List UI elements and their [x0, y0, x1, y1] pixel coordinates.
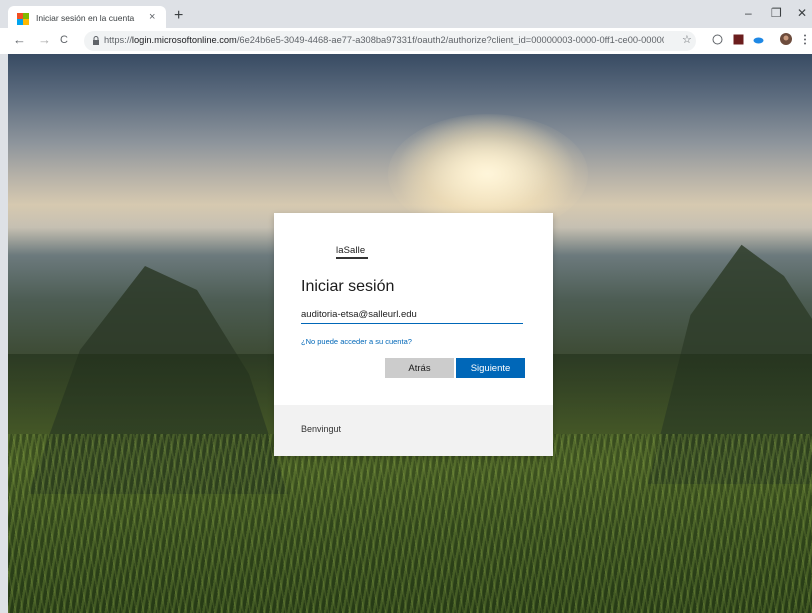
reload-icon[interactable]: C — [60, 31, 68, 49]
welcome-text: Benvingut — [301, 424, 342, 434]
browser-toolbar: ← → C https://login.microsoftonline.com/… — [0, 28, 812, 54]
signin-card-footer: Benvingut — [274, 405, 553, 456]
logo-text: laSalle — [336, 245, 366, 256]
forward-arrow-icon[interactable]: → — [38, 31, 51, 49]
close-window-icon[interactable]: ✕ — [797, 6, 807, 20]
pdf-extension-icon[interactable] — [733, 34, 744, 45]
signin-card-body: laSalle Iniciar sesión ¿No puede acceder… — [274, 213, 553, 405]
signin-card: laSalle Iniciar sesión ¿No puede acceder… — [274, 213, 553, 456]
bookmark-star-icon[interactable]: ☆ — [682, 33, 692, 46]
onedrive-cloud-icon[interactable] — [753, 34, 764, 45]
menu-kebab-icon[interactable] — [803, 34, 807, 45]
profile-avatar-icon[interactable] — [780, 33, 792, 45]
url-scheme: https:// — [104, 35, 132, 45]
back-button[interactable]: Atrás — [385, 358, 454, 378]
url-path: /6e24b6e5-3049-4468-ae77-a308ba97331f/oa… — [236, 35, 664, 45]
lasalle-logo: laSalle — [336, 245, 368, 259]
next-button[interactable]: Siguiente — [456, 358, 525, 378]
minimize-icon[interactable]: – — [745, 6, 752, 20]
new-tab-icon[interactable]: + — [174, 6, 183, 26]
lock-icon — [93, 36, 99, 45]
close-tab-icon[interactable]: × — [149, 11, 155, 23]
grass-foreground — [8, 434, 812, 613]
page-title: Iniciar sesión — [301, 278, 395, 295]
tab-title: Iniciar sesión en la cuenta — [36, 13, 135, 23]
url-host: login.microsoftonline.com — [131, 35, 237, 45]
logo-underline — [336, 257, 368, 259]
shield-extension-icon[interactable] — [712, 34, 723, 45]
address-bar[interactable]: https://login.microsoftonline.com/6e24b6… — [84, 31, 696, 51]
back-arrow-icon[interactable]: ← — [13, 31, 26, 49]
restore-icon[interactable]: ❐ — [771, 6, 782, 20]
cant-access-account-link[interactable]: ¿No puede acceder a su cuenta? — [301, 337, 412, 346]
email-field[interactable] — [301, 306, 523, 324]
browser-window: Iniciar sesión en la cuenta × + – ❐ ✕ ← … — [0, 0, 812, 613]
url-text: https://login.microsoftonline.com/6e24b6… — [104, 35, 664, 45]
microsoft-logo-icon — [17, 13, 29, 25]
